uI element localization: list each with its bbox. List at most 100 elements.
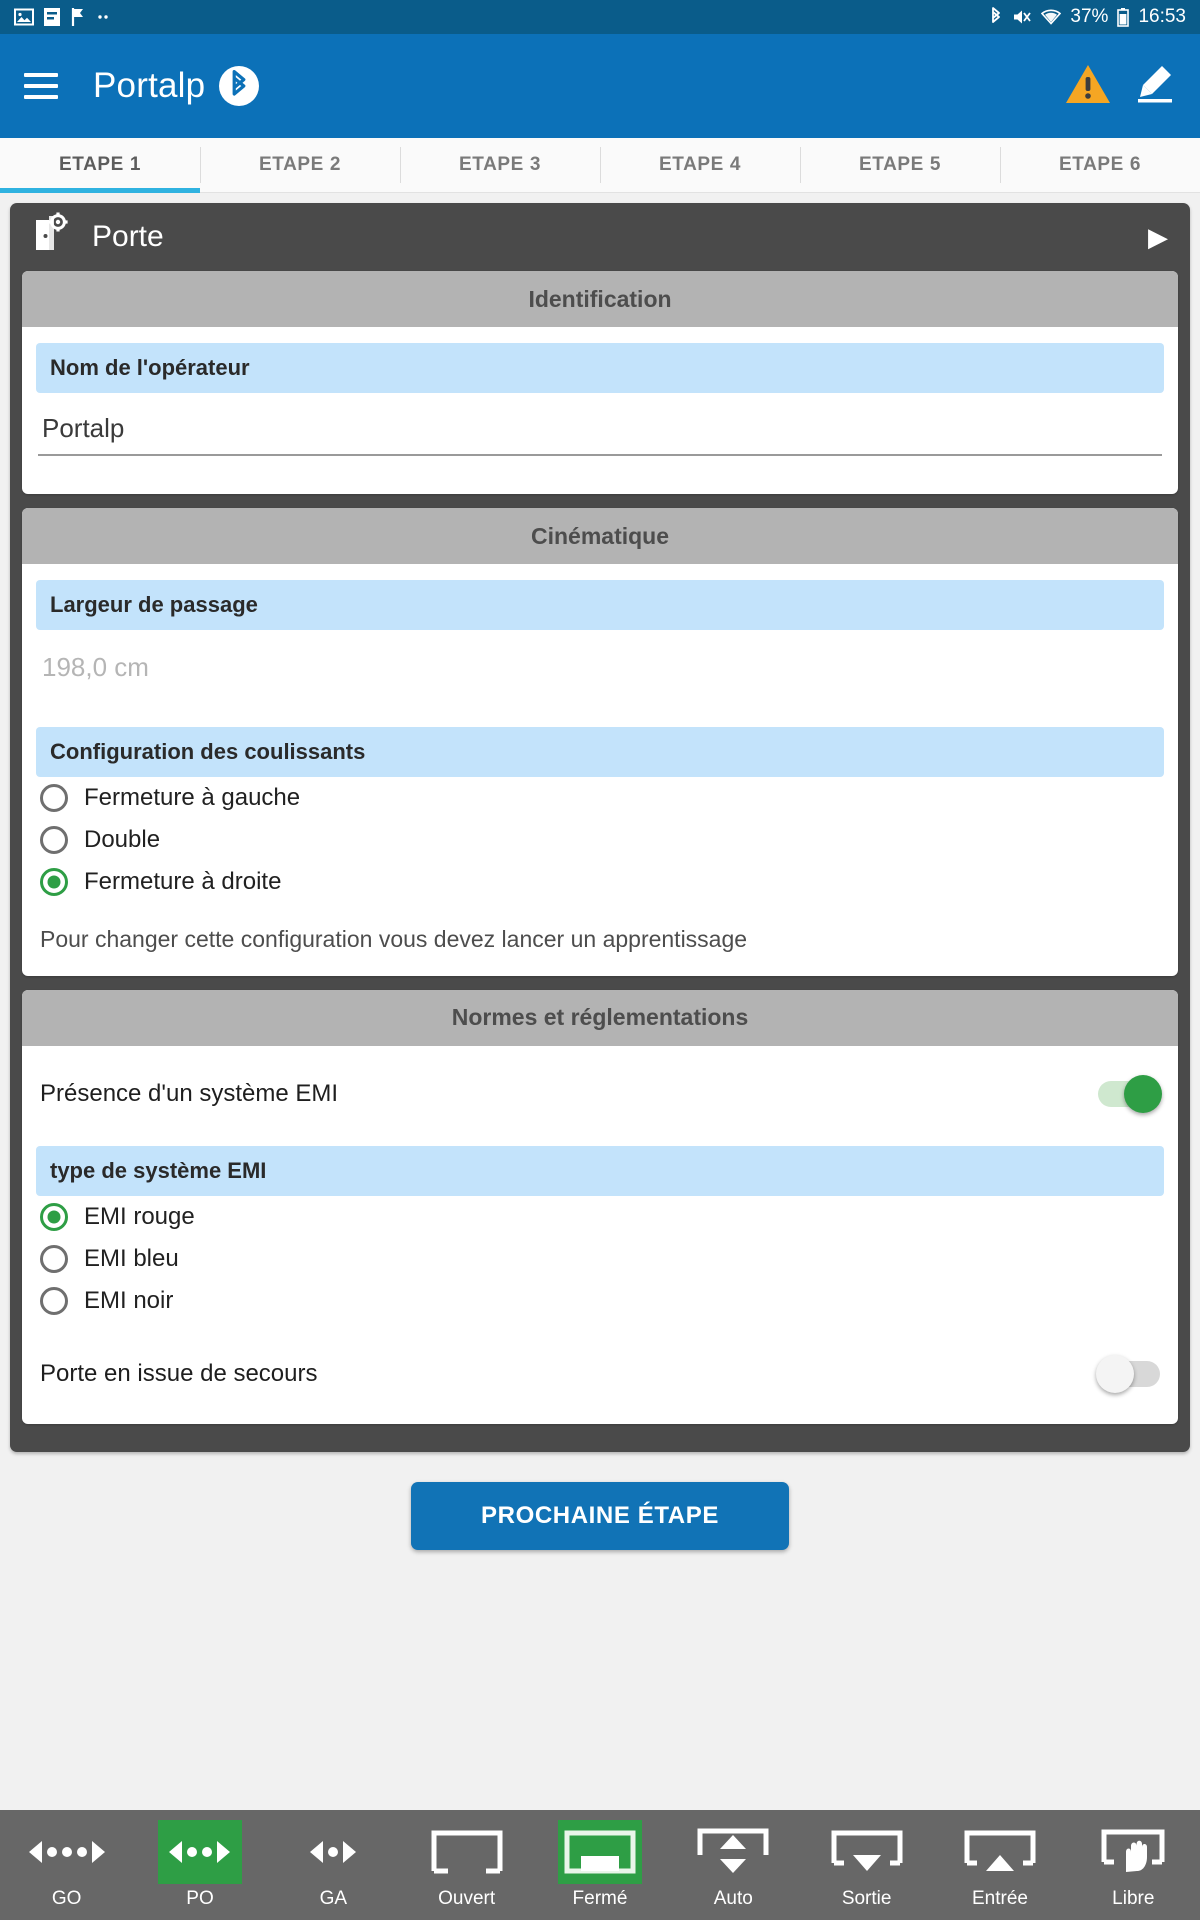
bottom-item-po[interactable]: PO — [133, 1810, 266, 1920]
door-open-icon — [425, 1820, 509, 1884]
bottom-toolbar: GO PO GA Ouvert Fermé Auto Sortie Entrée… — [0, 1810, 1200, 1920]
radio-fermeture-droite[interactable]: Fermeture à droite — [36, 861, 1164, 903]
tab-etape-5[interactable]: ETAPE 5 — [800, 138, 1000, 192]
identification-header: Identification — [22, 271, 1178, 327]
arrows-wide-icon — [25, 1820, 109, 1884]
app-bar-actions — [1064, 62, 1176, 111]
bottom-item-label: Sortie — [841, 1888, 892, 1909]
largeur-passage-input[interactable]: 198,0 cm — [38, 636, 1162, 693]
bottom-item-label: Fermé — [572, 1888, 628, 1909]
radio-label: EMI noir — [84, 1286, 174, 1314]
bottom-item-label: GA — [319, 1888, 348, 1909]
emergency-exit-toggle[interactable] — [1096, 1354, 1160, 1393]
battery-icon — [1117, 7, 1130, 27]
radio-circle-icon — [40, 784, 68, 812]
door-closed-icon — [557, 1820, 642, 1884]
radio-emi-rouge[interactable]: EMI rouge — [36, 1196, 1164, 1238]
configuration-coulissants-label: Configuration des coulissants — [36, 727, 1164, 777]
configuration-hint: Pour changer cette configuration vous de… — [40, 926, 748, 952]
status-notification-icons — [14, 7, 111, 27]
wifi-icon — [1041, 7, 1062, 27]
step-tabs: ETAPE 1 ETAPE 2 ETAPE 3 ETAPE 4 ETAPE 5 … — [0, 138, 1200, 193]
toggle-knob-icon — [1096, 1354, 1134, 1393]
bottom-item-entree[interactable]: Entrée — [933, 1810, 1066, 1920]
radio-fermeture-gauche[interactable]: Fermeture à gauche — [36, 777, 1164, 819]
tab-label: ETAPE 4 — [659, 154, 741, 175]
normes-header: Normes et réglementations — [22, 989, 1178, 1046]
door-exit-icon — [825, 1820, 909, 1884]
cinematique-body: Largeur de passage 198,0 cm Configuratio… — [22, 564, 1178, 976]
largeur-passage-label: Largeur de passage — [36, 580, 1164, 630]
tab-label: ETAPE 1 — [59, 154, 141, 175]
radio-circle-icon — [40, 1286, 68, 1315]
tab-etape-4[interactable]: ETAPE 4 — [600, 138, 800, 192]
radio-circle-icon — [40, 826, 68, 854]
bottom-item-ferme[interactable]: Fermé — [533, 1810, 666, 1920]
bottom-item-ga[interactable]: GA — [267, 1810, 400, 1920]
image-icon — [14, 7, 34, 27]
bottom-item-auto[interactable]: Auto — [667, 1810, 800, 1920]
bluetooth-status-icon[interactable] — [219, 66, 260, 106]
tab-etape-2[interactable]: ETAPE 2 — [200, 138, 400, 192]
toggle-knob-icon — [1124, 1074, 1162, 1113]
file-icon — [43, 7, 61, 27]
app-title: Portalp — [93, 66, 206, 105]
bottom-item-ouvert[interactable]: Ouvert — [400, 1810, 533, 1920]
bottom-item-label: Auto — [713, 1888, 753, 1909]
operator-name-label: Nom de l'opérateur — [36, 343, 1164, 393]
radio-label: Double — [84, 826, 161, 853]
porte-card-title: Porte — [92, 220, 164, 253]
bottom-item-sortie[interactable]: Sortie — [800, 1810, 933, 1920]
bluetooth-icon — [989, 7, 1003, 27]
identification-body: Nom de l'opérateur Portalp — [22, 327, 1178, 494]
emi-presence-label: Présence d'un système EMI — [40, 1079, 339, 1107]
tab-label: ETAPE 5 — [859, 154, 941, 175]
next-step-wrap: PROCHAINE ÉTAPE — [10, 1452, 1190, 1550]
door-free-hand-icon — [1091, 1820, 1175, 1884]
caret-right-icon[interactable]: ▶ — [1148, 222, 1168, 253]
pencil-edit-icon[interactable] — [1132, 62, 1176, 111]
door-settings-icon — [32, 212, 72, 262]
warning-triangle-icon[interactable] — [1064, 62, 1112, 111]
door-entry-icon — [958, 1820, 1042, 1884]
main-content: Porte ▶ Identification Nom de l'opérateu… — [0, 193, 1200, 1550]
radio-double[interactable]: Double — [36, 819, 1164, 861]
radio-circle-selected-icon — [40, 868, 68, 896]
arrows-narrow-icon — [291, 1820, 375, 1884]
radio-label: Fermeture à gauche — [84, 784, 301, 811]
cinematique-panel: Cinématique Largeur de passage 198,0 cm … — [22, 508, 1178, 976]
tab-etape-1[interactable]: ETAPE 1 — [0, 138, 200, 193]
radio-emi-bleu[interactable]: EMI bleu — [36, 1238, 1164, 1280]
next-step-button[interactable]: PROCHAINE ÉTAPE — [411, 1481, 789, 1550]
emi-presence-row[interactable]: Présence d'un système EMI — [36, 1062, 1164, 1126]
radio-label: Fermeture à droite — [84, 868, 282, 895]
bottom-item-libre[interactable]: Libre — [1067, 1810, 1200, 1920]
hamburger-menu-icon[interactable] — [24, 73, 58, 99]
bottom-item-label: PO — [186, 1888, 214, 1909]
normes-panel: Normes et réglementations Présence d'un … — [22, 989, 1178, 1424]
porte-card-header[interactable]: Porte ▶ — [10, 203, 1190, 271]
operator-name-input[interactable]: Portalp — [38, 399, 1162, 456]
door-auto-icon — [691, 1820, 775, 1884]
radio-label: EMI rouge — [84, 1202, 195, 1230]
emergency-exit-row[interactable]: Porte en issue de secours — [36, 1342, 1164, 1406]
emergency-exit-label: Porte en issue de secours — [40, 1359, 318, 1387]
tab-label: ETAPE 6 — [1059, 154, 1141, 175]
android-status-bar: 37% 16:53 — [0, 0, 1200, 34]
radio-emi-noir[interactable]: EMI noir — [36, 1280, 1164, 1322]
bottom-item-label: Ouvert — [438, 1888, 496, 1909]
identification-panel: Identification Nom de l'opérateur Portal… — [22, 271, 1178, 494]
bottom-item-label: Entrée — [971, 1888, 1028, 1909]
tab-etape-3[interactable]: ETAPE 3 — [400, 138, 600, 192]
porte-card: Porte ▶ Identification Nom de l'opérateu… — [10, 203, 1190, 1452]
flag-icon — [70, 7, 86, 27]
radio-circle-icon — [40, 1244, 68, 1273]
app-bar: Portalp — [0, 34, 1200, 138]
tab-etape-6[interactable]: ETAPE 6 — [1000, 138, 1200, 192]
bottom-item-go[interactable]: GO — [0, 1810, 133, 1920]
radio-circle-selected-icon — [40, 1202, 68, 1231]
more-icon — [95, 7, 111, 27]
radio-label: EMI bleu — [84, 1244, 179, 1272]
emi-presence-toggle[interactable] — [1098, 1074, 1162, 1113]
battery-percent-label: 37% — [1070, 6, 1109, 27]
